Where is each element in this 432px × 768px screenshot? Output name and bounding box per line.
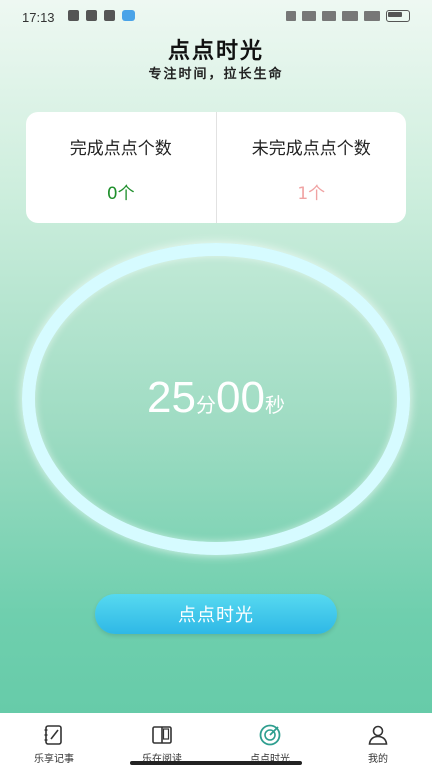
system-icons	[286, 10, 410, 22]
vibrate-icon	[286, 11, 296, 21]
completed-stat: 完成点点个数 0个	[26, 112, 216, 223]
timer-disc-icon	[259, 724, 281, 746]
tab-profile-label: 我的	[368, 754, 388, 765]
app-notification-icon	[122, 10, 135, 21]
bottom-tab-bar: 乐享记事 乐在阅读 点点时光 我的	[0, 713, 432, 768]
signal-icon	[342, 11, 358, 21]
tab-reading[interactable]: 乐在阅读	[108, 713, 216, 768]
signal-icon	[364, 11, 380, 21]
hd-icon	[322, 11, 336, 21]
notebook-icon	[44, 725, 62, 745]
completed-count: 0个	[106, 184, 135, 204]
notification-icon	[86, 10, 97, 21]
completed-label: 完成点点个数	[69, 139, 172, 159]
tab-notes[interactable]: 乐享记事	[0, 713, 108, 768]
notification-icons	[68, 10, 135, 21]
tab-notes-label: 乐享记事	[34, 754, 74, 765]
page-title: 点点时光	[167, 39, 264, 64]
timer-seconds: 00	[216, 373, 265, 422]
uncompleted-label: 未完成点点个数	[251, 139, 371, 159]
uncompleted-stat: 未完成点点个数 1个	[215, 112, 407, 223]
timer-minutes-unit: 分	[196, 393, 216, 417]
status-time: 17:13	[22, 10, 55, 25]
notification-icon	[68, 10, 79, 21]
page-subtitle: 专注时间，拉长生命	[148, 67, 284, 82]
user-icon	[368, 725, 388, 745]
tab-profile[interactable]: 我的	[324, 713, 432, 768]
network-speed-icon	[302, 11, 316, 21]
tab-focus-timer[interactable]: 点点时光	[216, 713, 324, 768]
wechat-icon	[104, 10, 115, 21]
stats-card: 完成点点个数 0个 未完成点点个数 1个	[26, 112, 406, 223]
timer-display: 25分00秒	[0, 373, 432, 423]
timer-seconds-unit: 秒	[264, 393, 285, 417]
uncompleted-count: 1个	[297, 184, 326, 204]
home-indicator[interactable]	[130, 761, 302, 765]
timer-minutes: 25	[147, 373, 196, 422]
status-bar: 17:13	[0, 0, 432, 34]
book-icon	[152, 726, 172, 744]
start-timer-button[interactable]: 点点时光	[95, 594, 337, 634]
battery-icon	[386, 10, 410, 22]
